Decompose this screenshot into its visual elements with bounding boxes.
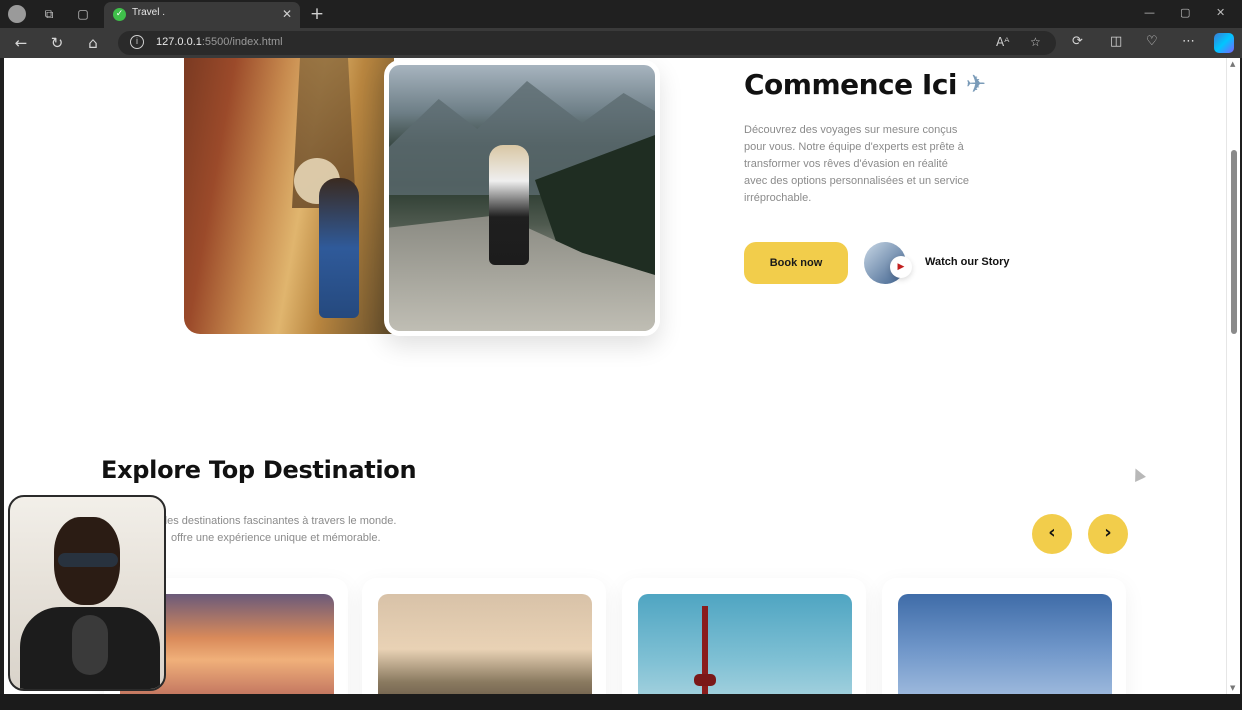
scrollbar-thumb[interactable] [1231, 150, 1237, 334]
hero-image-hiker [384, 60, 660, 336]
chevron-left-icon: ‹ [1048, 522, 1056, 543]
play-icon[interactable]: ▶ [890, 256, 912, 278]
explore-title: Explore Top Destination [101, 456, 417, 484]
new-tab-icon[interactable]: + [308, 5, 326, 23]
home-icon[interactable]: ⌂ [84, 34, 102, 52]
workspaces-icon[interactable]: ⧉ [40, 5, 58, 23]
tower-pod-shape [694, 674, 716, 686]
extensions-icon[interactable]: ⟳ [1072, 34, 1083, 49]
prev-button[interactable]: ‹ [1032, 514, 1072, 554]
airplane-icon: ✈ [966, 70, 987, 98]
hiker-shape [489, 145, 529, 265]
chevron-right-icon: › [1104, 522, 1112, 543]
browser-toolbar: ← ↻ ⌂ i 127.0.0.1:5500/index.html Aᴬ ☆ ⟳… [0, 28, 1242, 58]
presenter-glasses [58, 553, 118, 567]
hero-title: Commence Ici [744, 68, 958, 101]
profile-icon[interactable] [8, 5, 26, 23]
bottom-bar [0, 694, 1242, 710]
tab-travel[interactable]: ✓ Travel . ✕ [104, 2, 300, 28]
watch-story-link[interactable]: Watch our Story [925, 256, 1010, 268]
scroll-up-icon[interactable]: ▲ [1230, 60, 1235, 68]
mouse-cursor-icon [1130, 466, 1146, 482]
browser-tab-bar: ⧉ ▢ ✓ Travel . ✕ + — ▢ ✕ [0, 0, 1242, 28]
person-shape [319, 178, 359, 318]
destination-card[interactable] [362, 578, 606, 694]
refresh-icon[interactable]: ↻ [48, 34, 66, 52]
page-viewport: Commence Ici ✈ Découvrez des voyages sur… [4, 58, 1226, 694]
book-now-button[interactable]: Book now [744, 242, 848, 284]
address-bar[interactable]: i 127.0.0.1:5500/index.html Aᴬ ☆ [118, 31, 1056, 55]
destination-image [898, 594, 1112, 694]
destination-card[interactable] [882, 578, 1126, 694]
favorite-star-icon[interactable]: ☆ [1030, 35, 1041, 49]
tab-actions-icon[interactable]: ▢ [74, 5, 92, 23]
back-icon[interactable]: ← [12, 34, 30, 52]
scroll-down-icon[interactable]: ▼ [1230, 684, 1235, 692]
maximize-icon[interactable]: ▢ [1180, 6, 1190, 19]
split-screen-icon[interactable]: ◫ [1110, 34, 1122, 49]
url-text[interactable]: 127.0.0.1:5500/index.html [156, 36, 283, 48]
vertical-scrollbar[interactable]: ▲ ▼ [1226, 58, 1240, 694]
read-aloud-icon[interactable]: Aᴬ [996, 35, 1009, 49]
site-info-icon[interactable]: i [130, 35, 144, 49]
next-button[interactable]: › [1088, 514, 1128, 554]
more-menu-icon[interactable]: ⋯ [1182, 34, 1195, 49]
tab-title: Travel . [132, 7, 165, 18]
webcam-overlay [8, 495, 166, 691]
copilot-icon[interactable] [1214, 33, 1234, 53]
destination-card[interactable] [622, 578, 866, 694]
minimize-icon[interactable]: — [1144, 6, 1155, 19]
close-tab-icon[interactable]: ✕ [282, 7, 292, 21]
hero-image-temple [184, 58, 394, 334]
destination-image [378, 594, 592, 694]
site-favicon-icon: ✓ [113, 8, 126, 21]
hero-description: Découvrez des voyages sur mesure conçus … [744, 124, 970, 204]
destination-image [638, 594, 852, 694]
microphone-icon [72, 615, 108, 675]
close-window-icon[interactable]: ✕ [1216, 6, 1225, 19]
browser-essentials-icon[interactable]: ♡ [1146, 34, 1158, 49]
